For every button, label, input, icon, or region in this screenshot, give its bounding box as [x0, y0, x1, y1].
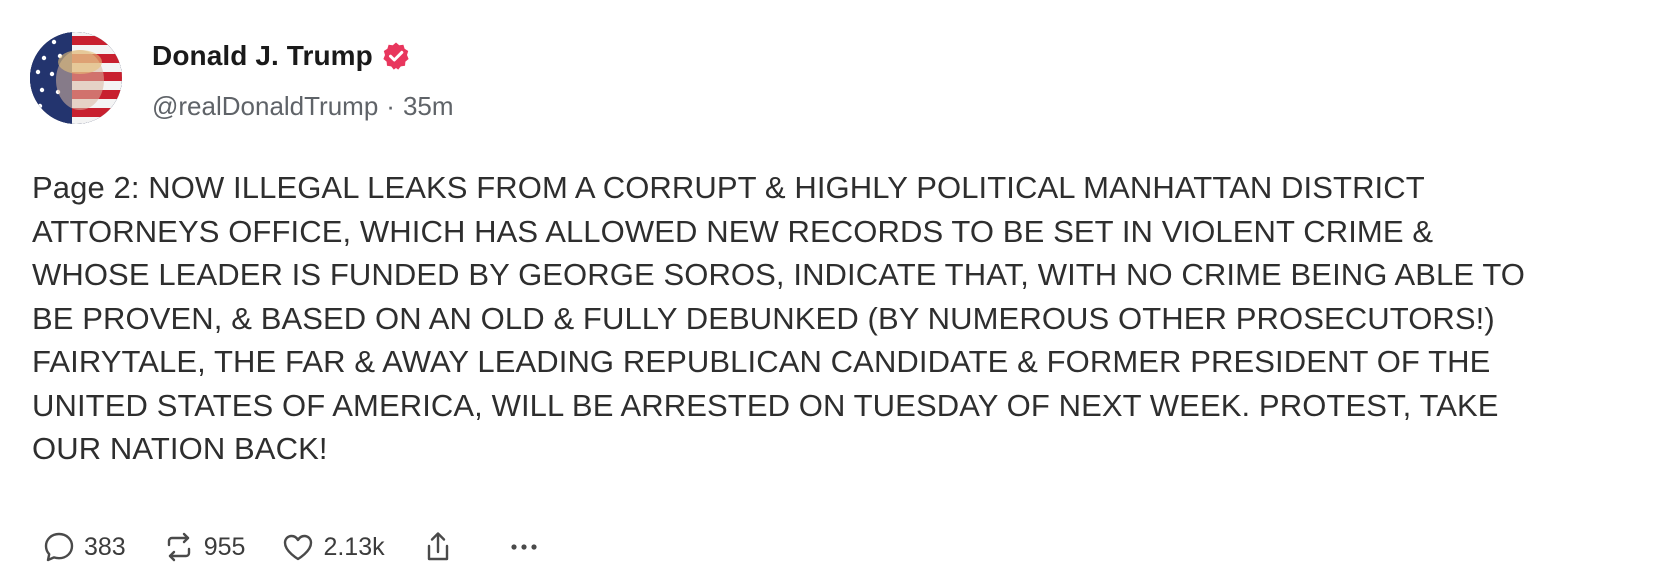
retruth-count: 955: [203, 532, 246, 561]
more-icon: [505, 528, 543, 566]
author-handle[interactable]: @realDonaldTrump: [152, 91, 378, 122]
reply-count: 383: [84, 532, 126, 561]
share-icon: [419, 528, 457, 566]
author-name-row: Donald J. Trump: [152, 36, 411, 76]
heart-icon: [279, 528, 317, 566]
post-card: Donald J. Trump @realDonaldTrump · 35m P…: [0, 0, 1660, 584]
reply-button[interactable]: 383: [40, 528, 126, 566]
flag-portrait-avatar-icon: [30, 32, 122, 124]
meta-separator: ·: [386, 90, 395, 121]
post-body-text: Page 2: NOW ILLEGAL LEAKS FROM A CORRUPT…: [32, 170, 1526, 466]
share-button[interactable]: [419, 528, 457, 566]
post-timestamp[interactable]: 35m: [403, 91, 454, 122]
like-button[interactable]: 2.13k: [279, 528, 385, 566]
action-bar: 383 955 2.13k: [40, 524, 543, 570]
retruth-icon: [160, 528, 198, 566]
like-count: 2.13k: [323, 532, 385, 561]
reply-icon: [40, 528, 78, 566]
more-options-button[interactable]: [505, 528, 543, 566]
avatar[interactable]: [30, 32, 122, 124]
author-meta-row: @realDonaldTrump · 35m: [152, 88, 454, 124]
author-display-name[interactable]: Donald J. Trump: [152, 40, 373, 72]
retruth-button[interactable]: 955: [160, 528, 246, 566]
verified-badge-icon: [381, 41, 411, 71]
